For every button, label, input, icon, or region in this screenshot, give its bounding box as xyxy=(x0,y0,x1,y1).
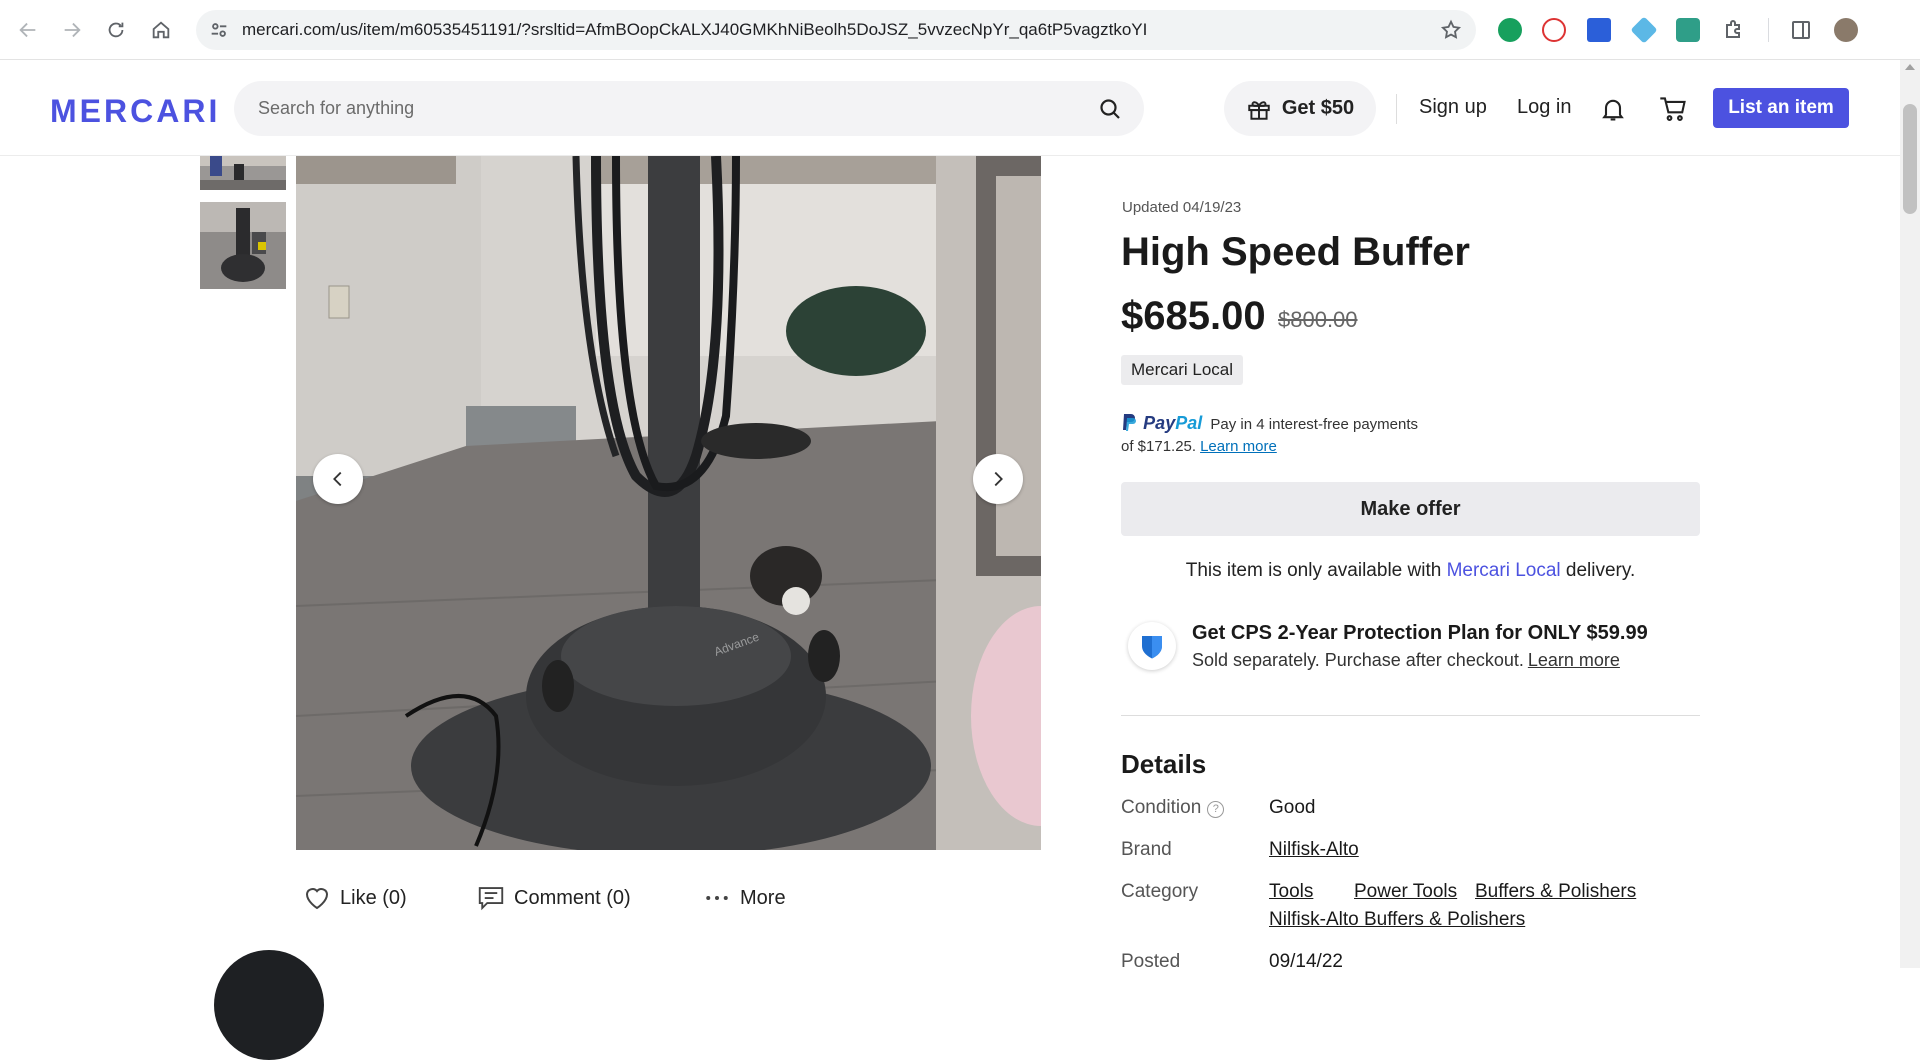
section-divider xyxy=(1121,715,1700,716)
local-note-pre: This item is only available with xyxy=(1185,560,1442,581)
chevron-left-icon xyxy=(333,471,342,487)
chart-extension-icon[interactable] xyxy=(1587,18,1611,42)
profile-avatar[interactable] xyxy=(1834,18,1858,42)
gift-icon xyxy=(1248,100,1270,120)
browser-toolbar: mercari.com/us/item/m60535451191/?srslti… xyxy=(0,0,1920,60)
search-icon[interactable] xyxy=(1098,97,1122,121)
dolphin-extension-icon[interactable] xyxy=(1676,18,1700,42)
list-an-item-button[interactable]: List an item xyxy=(1713,88,1849,128)
more-button[interactable]: More xyxy=(702,880,786,916)
item-main-photo[interactable]: Advance xyxy=(296,156,1041,850)
search-input[interactable] xyxy=(258,81,1078,136)
gallery-thumbnail[interactable] xyxy=(200,156,286,190)
site-header: MERCARI Get $50 Sign up Log in List an i… xyxy=(0,60,1920,156)
site-settings-icon[interactable] xyxy=(208,19,230,41)
details-heading: Details xyxy=(1121,749,1207,779)
seller-avatar[interactable] xyxy=(214,950,324,1060)
sign-up-link[interactable]: Sign up xyxy=(1419,96,1487,119)
posted-label: Posted xyxy=(1121,951,1181,972)
like-button[interactable]: Like (0) xyxy=(302,880,407,916)
get-50-button[interactable]: Get $50 xyxy=(1224,81,1376,136)
mercari-local-badge: Mercari Local xyxy=(1121,355,1244,385)
paypal-line-2: of $171.25. Learn more xyxy=(1121,438,1277,455)
back-icon[interactable] xyxy=(12,14,44,46)
next-photo-button[interactable] xyxy=(973,454,1023,504)
category-link-tools[interactable]: Tools xyxy=(1269,881,1313,903)
crystal-extension-icon[interactable] xyxy=(1630,16,1658,44)
brand-label: Brand xyxy=(1121,839,1172,860)
pokeball-extension-icon[interactable] xyxy=(1542,18,1566,42)
comment-icon xyxy=(478,887,504,911)
local-delivery-note: This item is only available with Mercari… xyxy=(1121,560,1700,582)
side-panel-icon[interactable] xyxy=(1789,18,1813,42)
paypal-logo-icon xyxy=(1121,413,1137,433)
reload-icon[interactable] xyxy=(100,14,132,46)
condition-label: Condition? xyxy=(1121,797,1225,819)
toolbar-separator xyxy=(1768,18,1769,42)
comment-button[interactable]: Comment (0) xyxy=(476,880,631,916)
home-icon[interactable] xyxy=(145,14,177,46)
gallery-thumbnail[interactable] xyxy=(200,202,286,289)
protection-plan-title: Get CPS 2-Year Protection Plan for ONLY … xyxy=(1192,622,1648,644)
category-link-brand-buffers[interactable]: Nilfisk-Alto Buffers & Polishers xyxy=(1269,909,1525,931)
posted-value: 09/14/22 xyxy=(1269,951,1343,972)
help-icon[interactable]: ? xyxy=(1207,801,1225,818)
mercari-logo[interactable]: MERCARI xyxy=(50,93,220,130)
address-bar[interactable]: mercari.com/us/item/m60535451191/?srslti… xyxy=(196,10,1476,50)
item-title: High Speed Buffer xyxy=(1121,230,1470,274)
updated-date: Updated 04/19/23 xyxy=(1122,199,1242,216)
header-separator xyxy=(1396,94,1397,124)
search-bar[interactable] xyxy=(234,81,1144,136)
comment-label: Comment (0) xyxy=(514,886,631,909)
condition-value: Good xyxy=(1269,797,1316,818)
previous-photo-button[interactable] xyxy=(313,454,363,504)
heart-icon xyxy=(305,888,329,910)
more-label: More xyxy=(740,886,786,909)
local-note-post: delivery. xyxy=(1565,560,1636,581)
paypal-amount: of $171.25. xyxy=(1121,438,1197,455)
protection-plan-subtitle: Sold separately. Purchase after checkout… xyxy=(1192,650,1620,671)
paypal-promo: PayPal Pay in 4 interest-free payments xyxy=(1121,413,1418,434)
brand-link[interactable]: Nilfisk-Alto xyxy=(1269,839,1359,861)
scrollbar-thumb[interactable] xyxy=(1903,104,1917,214)
bookmark-star-icon[interactable] xyxy=(1440,19,1462,41)
make-offer-button[interactable]: Make offer xyxy=(1121,482,1700,536)
page-scrollbar[interactable] xyxy=(1900,60,1920,968)
like-label: Like (0) xyxy=(340,886,407,909)
shield-icon xyxy=(1128,622,1176,670)
category-link-buffers-polishers[interactable]: Buffers & Polishers xyxy=(1475,881,1636,903)
chevron-right-icon xyxy=(994,471,1003,487)
log-in-link[interactable]: Log in xyxy=(1517,96,1572,119)
cart-icon[interactable] xyxy=(1658,95,1688,123)
item-price: $685.00 xyxy=(1121,294,1266,338)
category-link-power-tools[interactable]: Power Tools xyxy=(1354,881,1457,903)
paypal-wordmark: PayPal xyxy=(1143,413,1203,433)
protection-plan-note: Sold separately. Purchase after checkout… xyxy=(1192,650,1524,670)
original-price: $800.00 xyxy=(1278,307,1358,332)
get-50-label: Get $50 xyxy=(1281,97,1355,119)
mercari-local-link[interactable]: Mercari Local xyxy=(1447,560,1561,581)
url-text[interactable]: mercari.com/us/item/m60535451191/?srslti… xyxy=(242,20,1147,40)
extensions-puzzle-icon[interactable] xyxy=(1722,18,1746,42)
more-dots-icon xyxy=(706,896,728,900)
forward-icon[interactable] xyxy=(56,14,88,46)
grammarly-extension-icon[interactable] xyxy=(1498,18,1522,42)
scroll-up-arrow-icon[interactable] xyxy=(1905,64,1915,70)
paypal-learn-more-link[interactable]: Learn more xyxy=(1200,438,1277,455)
notifications-bell-icon[interactable] xyxy=(1599,95,1627,123)
paypal-text: Pay in 4 interest-free payments xyxy=(1210,416,1419,433)
protection-learn-more-link[interactable]: Learn more xyxy=(1528,650,1620,670)
category-label: Category xyxy=(1121,881,1199,902)
